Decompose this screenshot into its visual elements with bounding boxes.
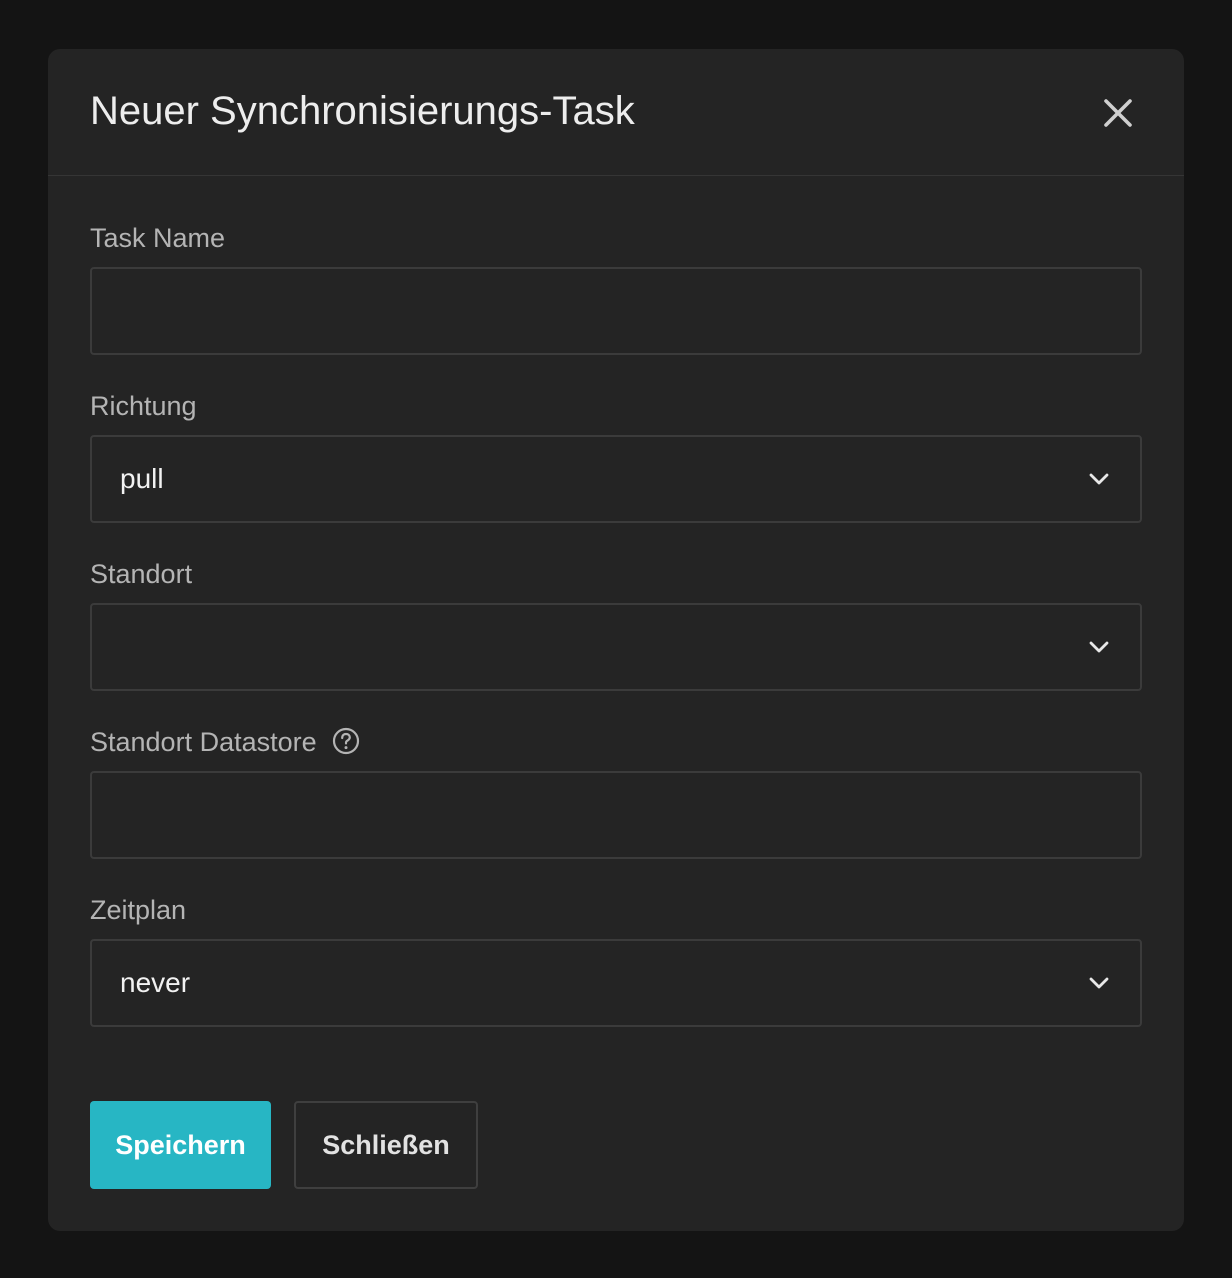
location-datastore-label: Standort Datastore <box>90 726 361 759</box>
schedule-label: Zeitplan <box>90 895 187 925</box>
direction-selected-value: pull <box>120 463 164 494</box>
task-name-label: Task Name <box>90 223 226 253</box>
sync-task-dialog: Neuer Synchronisierungs-Task Task Name R… <box>48 49 1184 1231</box>
close-dialog-button[interactable]: Schließen <box>294 1101 478 1189</box>
task-name-field-wrapper <box>90 267 1142 355</box>
location-label: Standort <box>90 559 193 589</box>
dialog-title: Neuer Synchronisierungs-Task <box>90 89 635 133</box>
dialog-header: Neuer Synchronisierungs-Task <box>48 49 1184 176</box>
schedule-select[interactable]: never <box>90 939 1142 1027</box>
close-icon <box>1104 99 1132 127</box>
chevron-down-icon <box>1089 641 1109 653</box>
task-name-input[interactable] <box>92 269 1140 353</box>
direction-label: Richtung <box>90 391 197 421</box>
help-circle-icon[interactable] <box>331 726 361 756</box>
location-datastore-input[interactable] <box>92 773 1140 857</box>
direction-select[interactable]: pull <box>90 435 1142 523</box>
save-button[interactable]: Speichern <box>90 1101 271 1189</box>
chevron-down-icon <box>1089 977 1109 989</box>
location-datastore-field-wrapper <box>90 771 1142 859</box>
close-button[interactable] <box>1098 93 1138 133</box>
schedule-selected-value: never <box>120 967 191 998</box>
location-datastore-label-text: Standort Datastore <box>90 727 317 757</box>
location-select[interactable] <box>90 603 1142 691</box>
chevron-down-icon <box>1089 473 1109 485</box>
